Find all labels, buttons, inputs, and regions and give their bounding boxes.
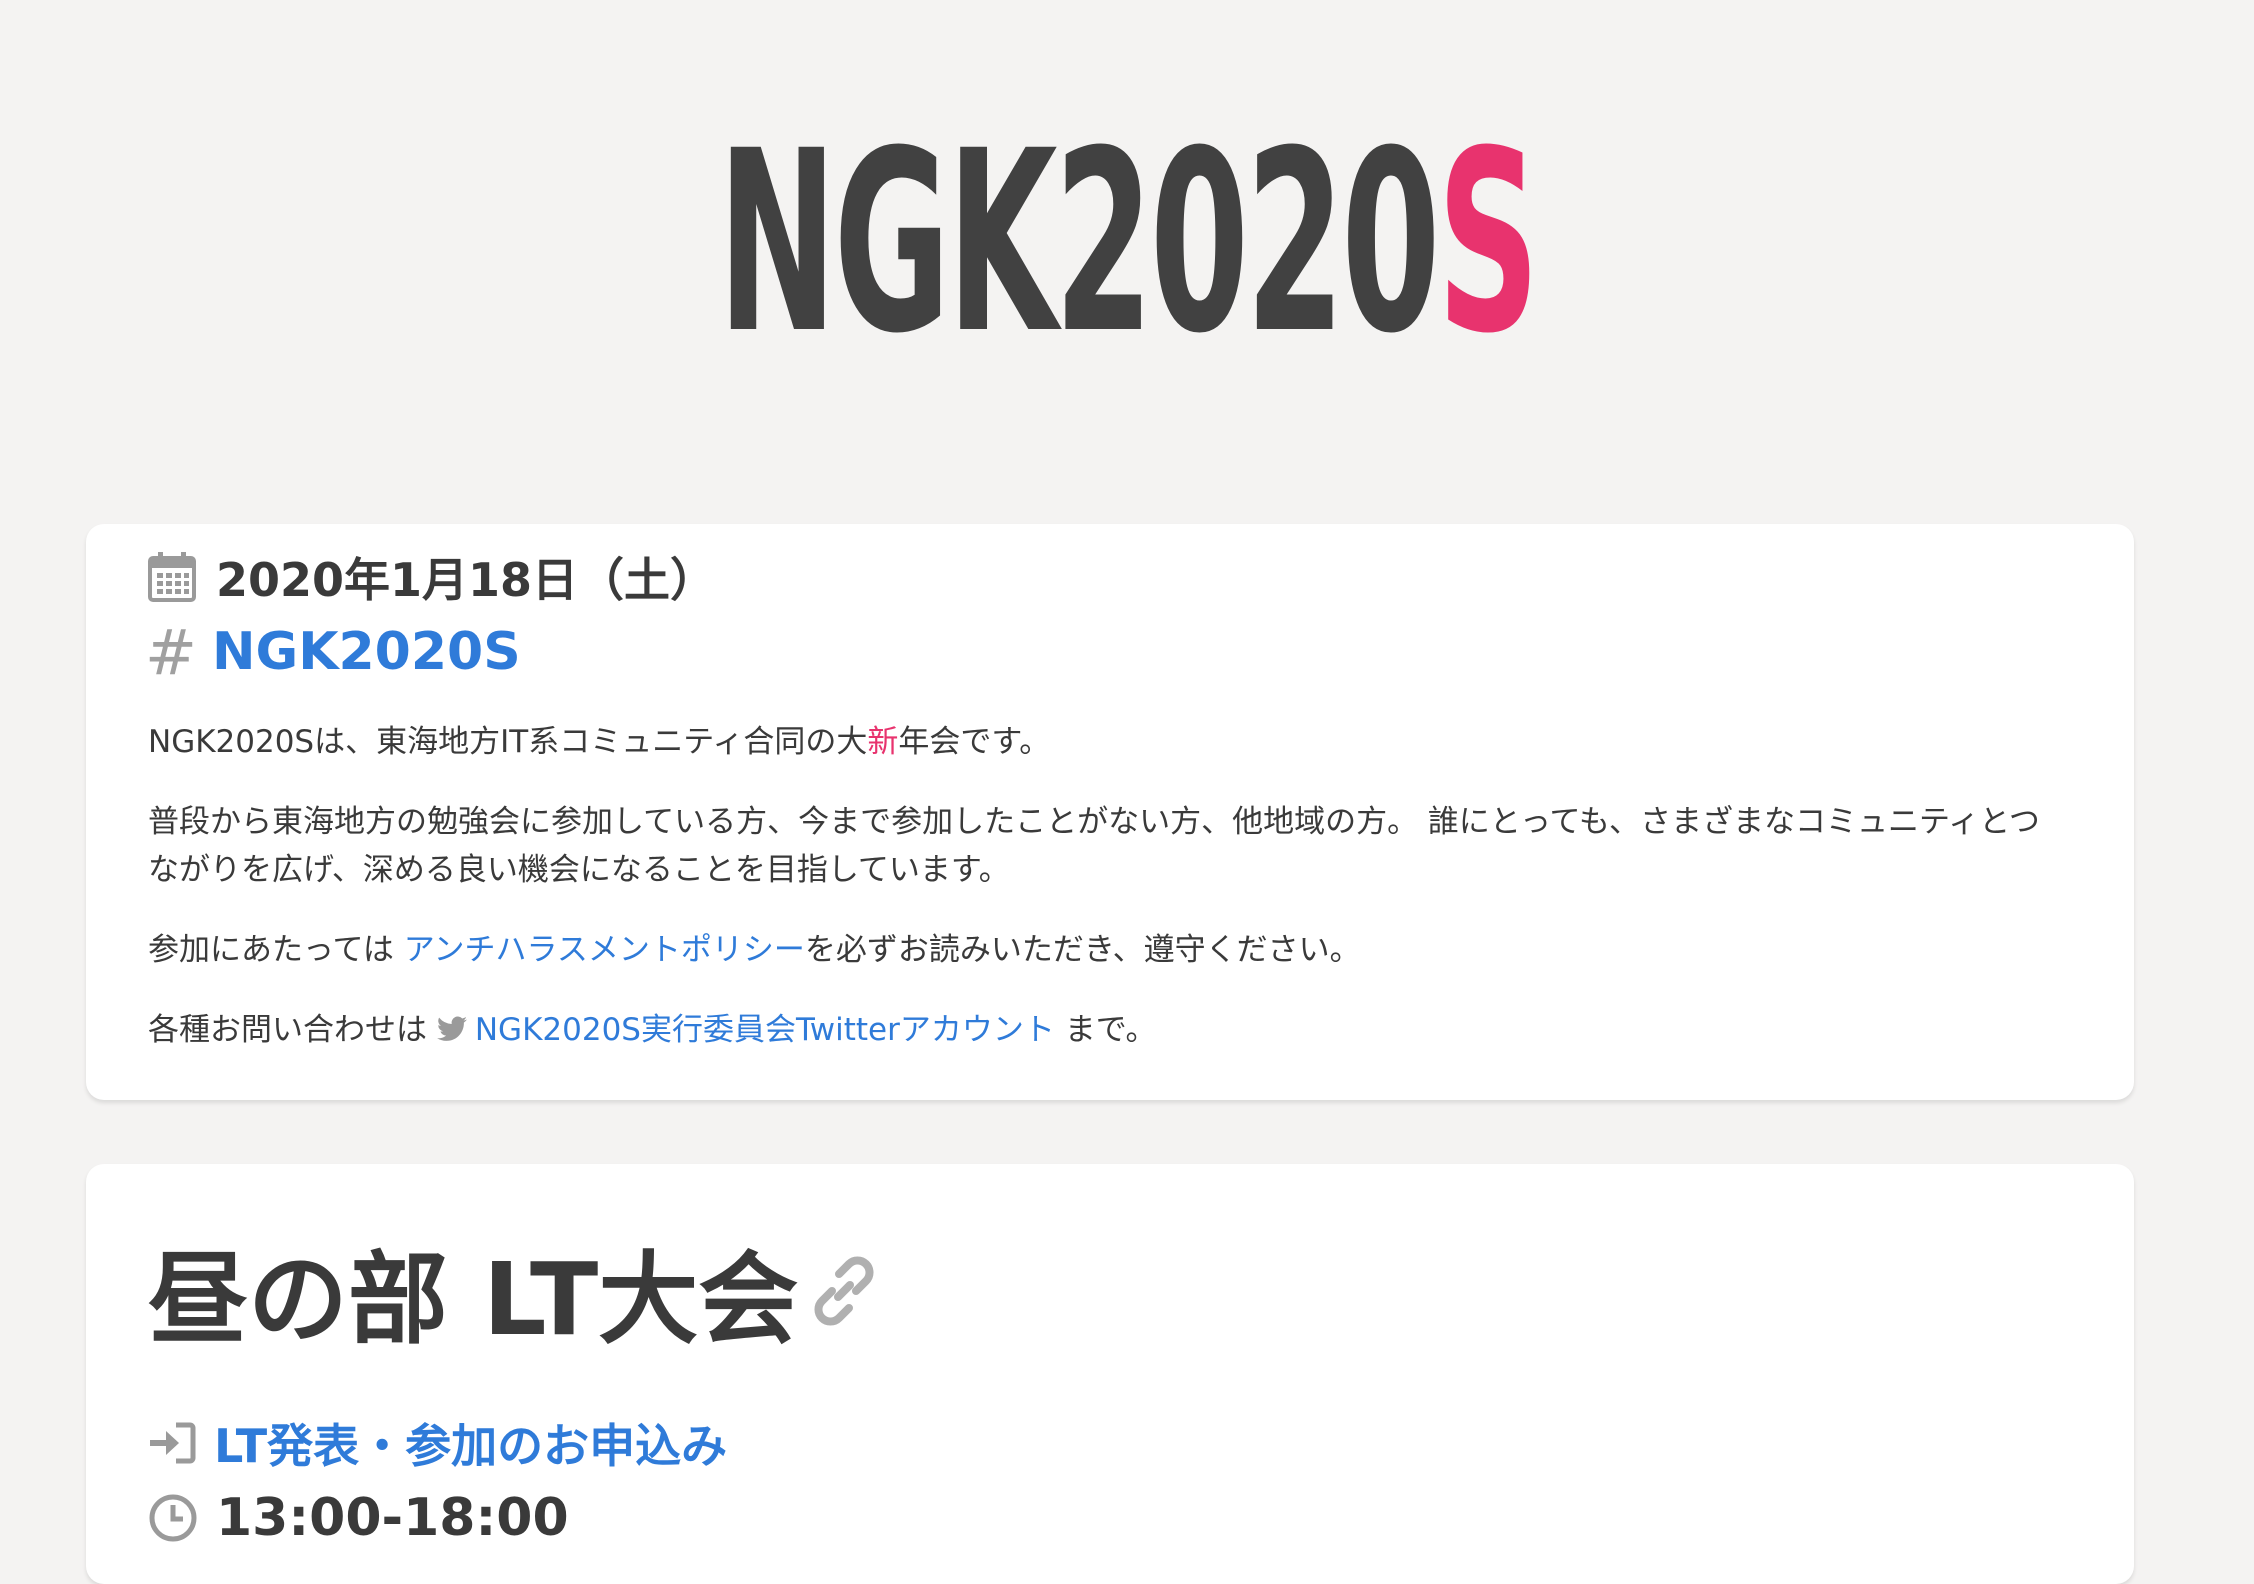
- contact-paragraph: 各種お問い合わせは NGK2020S実行委員会Twitterアカウント まで。: [148, 1006, 2048, 1054]
- twitter-icon: [436, 1016, 467, 1042]
- contact-text: 各種お問い合わせは: [148, 1012, 437, 1048]
- policy-paragraph: 参加にあたっては アンチハラスメントポリシーを必ずお読みいただき、遵守ください。: [148, 926, 2048, 974]
- intro-highlight: 新: [867, 724, 899, 760]
- logo-accent-letter: S: [1437, 97, 1540, 388]
- apply-row: LT発表・参加のお申込み: [148, 1408, 727, 1478]
- contact-text-end: まで。: [1054, 1012, 1157, 1048]
- lt-section-card: 昼の部 LT大会 LT発表・参加のお申込み 13:00-18:00: [86, 1164, 2134, 1584]
- policy-text: 参加にあたっては: [148, 932, 404, 968]
- anti-harassment-policy-link[interactable]: アンチハラスメントポリシー: [404, 932, 805, 968]
- logo-text: NGK2020: [717, 97, 1441, 388]
- event-date: 2020年1月18日（土）: [148, 544, 716, 610]
- description-paragraph: 普段から東海地方の勉強会に参加している方、今まで参加したことがない方、他地域の方…: [148, 804, 2040, 888]
- twitter-account-link[interactable]: NGK2020S実行委員会Twitterアカウント: [475, 1012, 1055, 1048]
- intro-text-end: 年会です。: [898, 724, 1051, 760]
- calendar-icon: [148, 552, 196, 602]
- sign-in-icon: [148, 1421, 196, 1465]
- section-title: 昼の部 LT大会: [148, 1218, 886, 1363]
- clock-icon: [148, 1493, 198, 1543]
- policy-text-end: を必ずお読みいただき、遵守ください。: [804, 932, 1361, 968]
- event-date-text: 2020年1月18日（土）: [216, 553, 717, 607]
- lt-apply-link[interactable]: LT発表・参加のお申込み: [214, 1410, 727, 1476]
- lt-time: 13:00-18:00: [216, 1488, 569, 1548]
- hash-icon: #: [145, 615, 197, 689]
- event-info-card: 2020年1月18日（土） # NGK2020S NGK2020Sは、東海地方I…: [86, 524, 2134, 1100]
- link-icon[interactable]: [802, 1249, 886, 1333]
- site-logo: NGK2020S: [0, 118, 2254, 368]
- hashtag-link[interactable]: NGK2020S: [212, 622, 521, 682]
- hashtag-row: # NGK2020S: [145, 612, 521, 692]
- intro-text: NGK2020Sは、東海地方IT系コミュニティ合同の大: [148, 724, 868, 760]
- intro-paragraph: NGK2020Sは、東海地方IT系コミュニティ合同の大新年会です。: [148, 718, 2048, 766]
- section-title-text: 昼の部 LT大会: [148, 1241, 799, 1358]
- time-row: 13:00-18:00: [148, 1478, 569, 1558]
